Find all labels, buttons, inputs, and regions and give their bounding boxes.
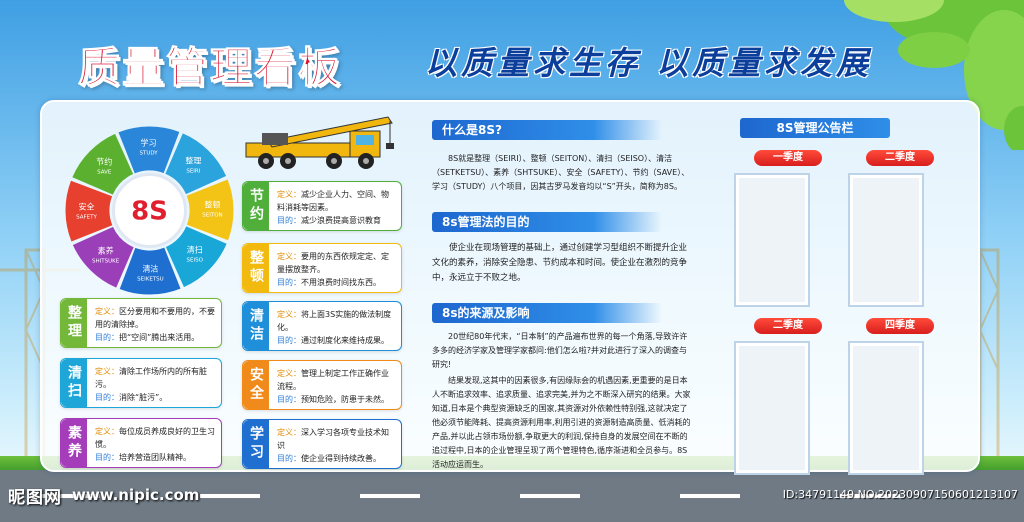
what-text: 8S就是整理（SEIRI）、整顿（SEITON）、清扫（SEISO）、清洁（SE… <box>432 154 690 191</box>
wheel-segment-en-label: SEITON <box>202 213 222 219</box>
right-card-tag: 节约 <box>243 182 269 230</box>
goal-label: 目的： <box>277 278 301 287</box>
left-card-3: 素养 定义：每位成员养成良好的卫生习惯。 目的：培养营造团队精神。 <box>60 418 222 468</box>
section-heading-what: 什么是8S? <box>432 120 662 140</box>
watermark-site: 昵图网 <box>8 488 62 508</box>
left-card-1: 整理 定义：区分要用和不要用的，不要用的清除掉。 目的：把“空间”腾出来活用。 <box>60 298 222 348</box>
left-card-text: 定义：区分要用和不要用的，不要用的清除掉。 目的：把“空间”腾出来活用。 <box>95 305 215 344</box>
watermark-id: ID:34791149 NO:20230907150601213107 <box>782 488 1018 501</box>
left-card-tag: 素养 <box>61 419 87 467</box>
goal-text: 把“空间”腾出来活用。 <box>119 333 200 342</box>
wheel-segment-label: 学习 <box>141 138 157 148</box>
left-card-tag: 整理 <box>61 299 87 347</box>
definition-label: 定义： <box>277 369 301 378</box>
purpose-text: 使企业在现场管理的基础上，通过创建学习型组织不断提升企业文化的素养，消除安全隐患… <box>432 243 688 283</box>
left-card-text: 定义：每位成员养成良好的卫生习惯。 目的：培养营造团队精神。 <box>95 425 215 464</box>
wheel-segment-en-label: SAVE <box>97 170 112 176</box>
quarter-label-3: 二季度 <box>754 318 822 334</box>
definition-label: 定义： <box>277 190 301 199</box>
goal-text: 不用浪费时间找东西。 <box>301 278 381 287</box>
right-card-1: 节约 定义：减少企业人力、空间、物料消耗等因素。 目的：减少浪费提高意识教育 <box>242 181 402 231</box>
wheel-segment-en-label: STUDY <box>139 151 158 157</box>
right-card-4: 安全 定义：管理上制定工作正确作业流程。 目的：预知危险，防患于未然。 <box>242 360 402 410</box>
right-card-3: 清洁 定义：将上面3S实施的做法制度化。 目的：通过制度化来维持成果。 <box>242 301 402 351</box>
right-card-text: 定义：减少企业人力、空间、物料消耗等因素。 目的：减少浪费提高意识教育 <box>277 188 395 227</box>
left-card-2: 清扫 定义：清除工作场所内的所有脏污。 目的：消除“脏污”。 <box>60 358 222 408</box>
right-card-5: 学习 定义：深入学习各项专业技术知识 目的：使企业得到持续改善。 <box>242 419 402 469</box>
definition-label: 定义： <box>95 307 119 316</box>
wheel-segment-en-label: SEIKETSU <box>137 276 164 282</box>
goal-label: 目的： <box>277 454 301 463</box>
goal-label: 目的： <box>95 333 119 342</box>
goal-text: 培养营造团队精神。 <box>119 453 191 462</box>
right-card-text: 定义：要用的东西依规定定、定量摆放整齐。 目的：不用浪费时间找东西。 <box>277 250 395 289</box>
origin-paragraph-2: 结果发现,这其中的因素很多,有因缘际会的机遇因素,更重要的是日本人不断追求效率、… <box>432 376 691 469</box>
goal-text: 消除“脏污”。 <box>119 393 168 402</box>
goal-text: 减少浪费提高意识教育 <box>301 216 381 225</box>
quarter-label-2: 二季度 <box>866 150 934 166</box>
road-marking <box>520 494 580 498</box>
goal-text: 通过制度化来维持成果。 <box>301 336 389 345</box>
notice-frame-q1 <box>734 173 810 307</box>
page-title: 质量管理看板 <box>77 43 343 93</box>
watermark-url: www.nipic.com <box>72 486 200 504</box>
notice-frame-q4 <box>848 341 924 475</box>
section-heading-purpose: 8s管理法的目的 <box>432 212 662 232</box>
road-marking <box>200 494 260 498</box>
wheel-segment-en-label: SAFETY <box>76 214 97 220</box>
goal-label: 目的： <box>277 216 301 225</box>
definition-label: 定义： <box>95 427 119 436</box>
definition-label: 定义： <box>95 367 119 376</box>
left-card-text: 定义：清除工作场所内的所有脏污。 目的：消除“脏污”。 <box>95 365 215 404</box>
quarter-label-1: 一季度 <box>754 150 822 166</box>
goal-text: 使企业得到持续改善。 <box>301 454 381 463</box>
goal-label: 目的： <box>95 393 119 402</box>
goal-text: 预知危险，防患于未然。 <box>301 395 389 404</box>
right-card-text: 定义：将上面3S实施的做法制度化。 目的：通过制度化来维持成果。 <box>277 308 395 347</box>
wheel-segment-label: 清扫 <box>187 244 203 254</box>
right-card-text: 定义：深入学习各项专业技术知识 目的：使企业得到持续改善。 <box>277 426 395 465</box>
goal-label: 目的： <box>95 453 119 462</box>
origin-paragraph-1: 20世纪80年代末，“日本制”的产品遍布世界的每一个角落,导致许许多多的经济学家… <box>432 332 688 369</box>
slogan: 以质量求生存 以质量求发展 <box>425 44 873 82</box>
notice-board-heading: 8S管理公告栏 <box>740 118 890 138</box>
road-marking <box>360 494 420 498</box>
definition-label: 定义： <box>277 428 301 437</box>
crane-truck-illustration <box>245 116 394 169</box>
road-marking <box>680 494 740 498</box>
right-card-2: 整顿 定义：要用的东西依规定定、定量摆放整齐。 目的：不用浪费时间找东西。 <box>242 243 402 293</box>
definition-label: 定义： <box>277 310 301 319</box>
definition-label: 定义： <box>277 252 301 261</box>
wheel-segment-en-label: SEISO <box>186 257 203 263</box>
notice-frame-q2 <box>848 173 924 307</box>
quarter-label-4: 四季度 <box>866 318 934 334</box>
right-card-tag: 学习 <box>243 420 269 468</box>
right-card-tag: 整顿 <box>243 244 269 292</box>
notice-frame-q3 <box>734 341 810 475</box>
wheel-segment-label: 节约 <box>96 157 112 167</box>
8s-wheel: 学习 STUDY 整理 SEIRI 整顿 SEITON 清扫 SEISO 清洁 SEIKETSU 素… <box>65 126 234 295</box>
section-heading-origin: 8s的来源及影响 <box>432 303 662 323</box>
right-card-text: 定义：管理上制定工作正确作业流程。 目的：预知危险，防患于未然。 <box>277 367 395 406</box>
wheel-segment-label: 素养 <box>98 246 114 256</box>
goal-label: 目的： <box>277 395 301 404</box>
right-card-tag: 安全 <box>243 361 269 409</box>
goal-label: 目的： <box>277 336 301 345</box>
wheel-center-label: 8S <box>131 197 168 227</box>
wheel-segment-label: 安全 <box>79 201 95 211</box>
wheel-segment-label: 整理 <box>185 155 201 165</box>
left-card-tag: 清扫 <box>61 359 87 407</box>
right-card-tag: 清洁 <box>243 302 269 350</box>
wheel-segment-label: 整顿 <box>204 200 220 210</box>
wheel-segment-en-label: SHITSUKE <box>92 259 120 265</box>
wheel-segment-label: 清洁 <box>142 263 158 273</box>
wheel-segment-en-label: SEIRI <box>186 168 200 174</box>
